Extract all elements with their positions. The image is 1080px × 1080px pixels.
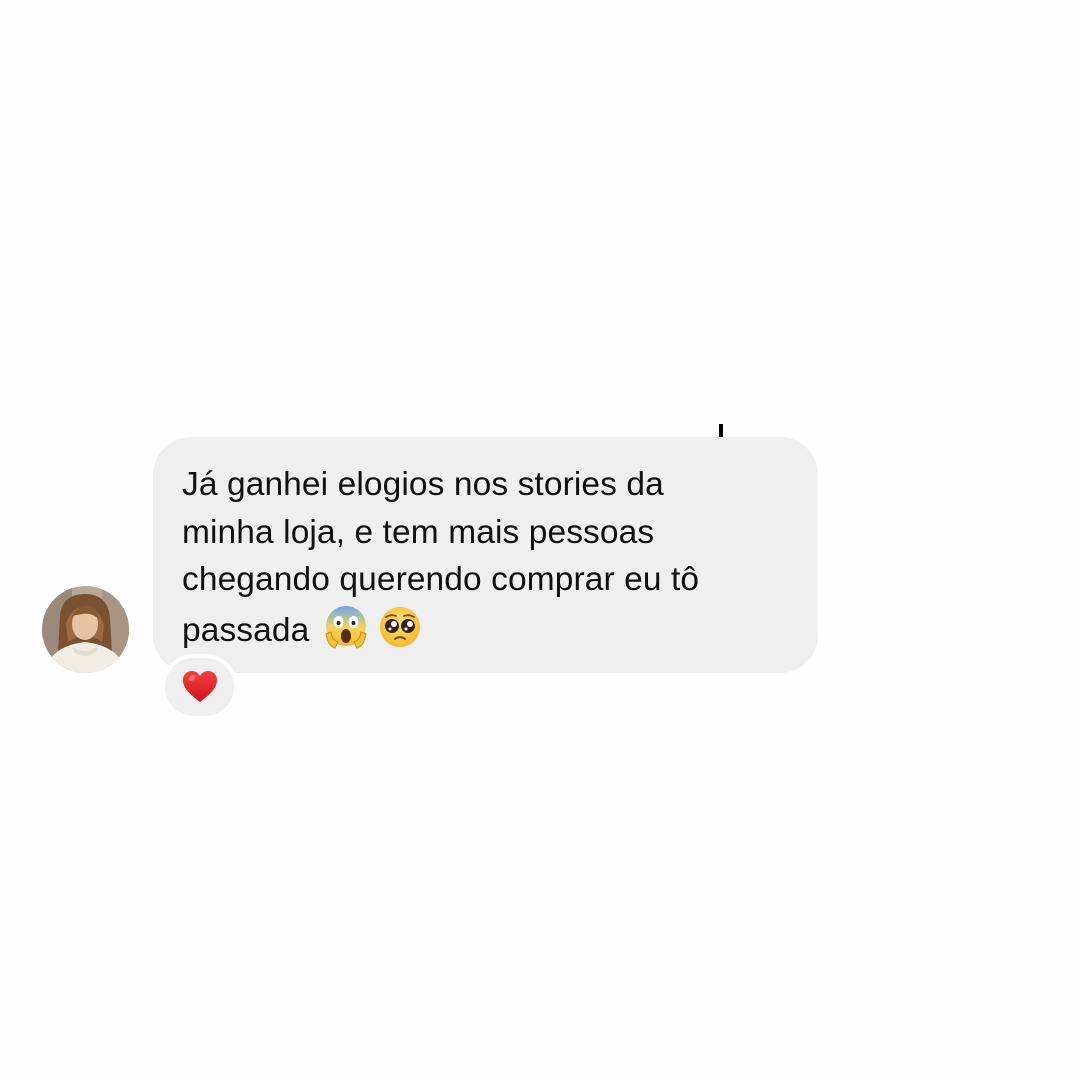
face-screaming-in-fear-emoji — [323, 604, 369, 650]
message-bubble[interactable]: Já ganhei elogios nos stories da minha l… — [153, 437, 818, 673]
chat-screen: Já ganhei elogios nos stories da minha l… — [0, 0, 1080, 1080]
message-line-text: passada — [182, 611, 310, 649]
message-text: Já ganhei elogios nos stories da minha l… — [182, 461, 788, 654]
pleading-face-emoji — [377, 604, 423, 650]
avatar-photo-icon — [42, 586, 129, 673]
message-line: Já ganhei elogios nos stories da — [182, 466, 664, 503]
message-line-last: passada — [182, 604, 788, 655]
message-line: minha loja, e tem mais pessoas — [182, 513, 655, 551]
red-heart-icon — [182, 671, 217, 702]
reaction-badge[interactable] — [161, 654, 238, 720]
message-line: chegando querendo comprar eu tô — [182, 561, 700, 598]
sender-avatar[interactable] — [42, 586, 129, 673]
